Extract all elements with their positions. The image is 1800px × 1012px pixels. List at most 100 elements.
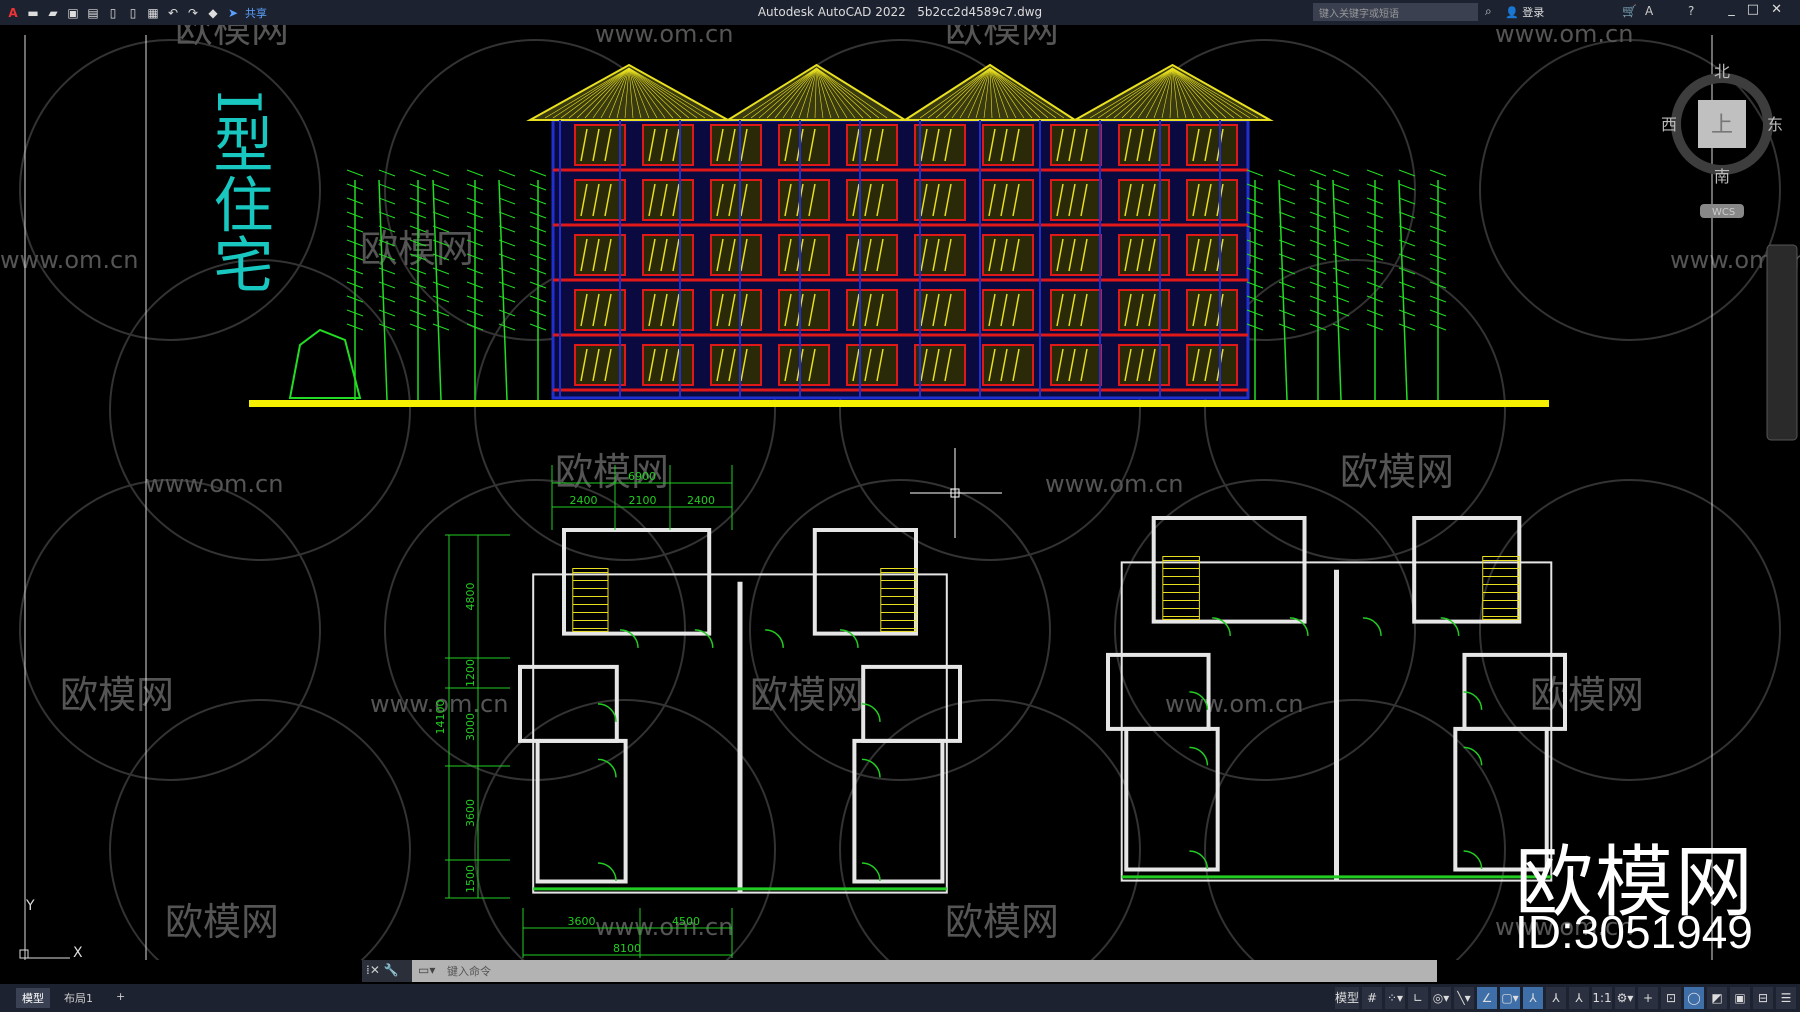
window [1118,234,1170,276]
polar-icon[interactable]: ◎▾ [1431,987,1451,1009]
maximize-icon[interactable]: □ [1747,2,1771,17]
autodesk-a360-icon[interactable]: A [1645,4,1653,18]
dimension-text: 4500 [672,915,700,928]
scale-dropdown[interactable]: 1:1 [1592,987,1612,1009]
save-icon[interactable]: ▣ [66,6,80,20]
floor-plans: 6900 2400 2100 2400 14100 4800 1200 3000 3600 150… [434,465,1567,958]
command-line-handle[interactable]: ⁞✕ 🔧 [362,960,412,982]
customize-menu-icon[interactable]: ☰ [1776,987,1796,1009]
watermark-id: ID:3051949 [1515,906,1753,958]
window [710,344,762,386]
web-save-icon[interactable]: ▯ [126,6,140,20]
login-button[interactable]: 👤 登录 [1505,4,1544,20]
watermark-brand-text: 欧模网 [750,673,864,717]
window [914,179,966,221]
window [1118,179,1170,221]
window [982,344,1034,386]
title-bar: A ▬ ▰ ▣ ▤ ▯ ▯ ▦ ↶ ↷ ◆ ➤ 共享 Autodesk Auto… [0,0,1800,25]
command-history-icon[interactable]: ▭▾ [418,963,435,977]
compass-east[interactable]: 东 [1767,115,1783,134]
watermark-circle [1479,479,1781,781]
share-button[interactable]: 共享 [245,5,267,21]
dimension-text: 3600 [464,799,477,827]
isolate-icon[interactable]: ◯ [1684,987,1704,1009]
tree-foliage [1332,309,1350,317]
watermark-circle [384,479,686,781]
room-wall [1151,516,1307,624]
close-icon[interactable]: ⁞✕ [366,963,380,977]
tree-foliage [498,295,516,303]
add-layout-button[interactable]: + [110,988,131,1008]
window [982,289,1034,331]
window-controls: _□✕ [1728,2,1794,17]
compass-south[interactable]: 南 [1714,167,1730,186]
snap-icon[interactable]: ⁘▾ [1385,987,1405,1009]
open-icon[interactable]: ▰ [46,6,60,20]
plot-icon[interactable]: ▦ [146,6,160,20]
close-icon[interactable]: ✕ [1771,2,1794,17]
dimension-text: 14100 [434,700,447,735]
share-icon[interactable]: ➤ [226,6,240,20]
isodraft-icon[interactable]: ╲▾ [1454,987,1474,1009]
new-icon[interactable]: ▬ [26,6,40,20]
dimension-text: 2400 [687,494,715,507]
workspace-icon[interactable]: ⚙▾ [1615,987,1635,1009]
osnap-tracking-icon[interactable]: ∠ [1477,987,1497,1009]
fullscreen-icon[interactable]: ⊟ [1753,987,1773,1009]
cart-icon[interactable]: 🛒 [1622,4,1637,18]
window [846,344,898,386]
file-name: 5b2cc2d4589c7.dwg [917,5,1043,19]
minimize-icon[interactable]: _ [1728,2,1747,17]
hardware-acceleration-icon[interactable]: ◩ [1707,987,1727,1009]
window [1186,289,1238,331]
web-open-icon[interactable]: ▯ [106,6,120,20]
annotation-visibility-icon[interactable]: ⅄ [1523,987,1543,1009]
viewcube[interactable]: 上 北 南 东 西 WCS [1660,60,1785,225]
tree-foliage [498,211,516,219]
window [710,179,762,221]
door-swing [597,862,617,882]
compass-west[interactable]: 西 [1661,115,1677,134]
ortho-icon[interactable]: ∟ [1408,987,1428,1009]
window [1186,344,1238,386]
navigation-bar[interactable] [1766,244,1798,441]
saveas-icon[interactable]: ▤ [86,6,100,20]
grid-icon[interactable]: # [1362,987,1382,1009]
window [574,234,626,276]
compass-north[interactable]: 北 [1714,62,1730,81]
plus-icon[interactable]: + [1638,987,1658,1009]
model-space-button[interactable]: 模型 [1334,987,1359,1009]
window [914,344,966,386]
watermark-url-text: www.om.cn [595,25,733,48]
window [1118,289,1170,331]
redo-icon[interactable]: ↷ [186,6,200,20]
door-swing [1463,850,1483,870]
units-icon[interactable]: ⊡ [1661,987,1681,1009]
tree-foliage [432,183,450,191]
window [574,289,626,331]
help-icon[interactable]: ? [1688,4,1694,18]
clean-screen-icon[interactable]: ▣ [1730,987,1750,1009]
watermark-circle [1204,259,1506,561]
dimension-text: 2400 [570,494,598,507]
auto-scale-icon[interactable]: ⅄ [1546,987,1566,1009]
login-label: 登录 [1522,6,1545,19]
customize-icon[interactable]: 🔧 [384,963,399,977]
tree-foliage [1332,211,1350,219]
dimension-text: 3600 [568,915,596,928]
tab-layout1[interactable]: 布局1 [58,988,99,1008]
search-icon[interactable]: ⌕ [1485,4,1492,19]
undo-icon[interactable]: ↶ [166,6,180,20]
tree-foliage [498,197,516,205]
annotation-scale-icon[interactable]: ⅄ [1569,987,1589,1009]
window [642,179,694,221]
search-input[interactable]: 键入关键字或短语 [1313,3,1478,21]
osnap-icon[interactable]: ▢▾ [1500,987,1520,1009]
workspace-icon[interactable]: ◆ [206,6,220,20]
watermark-url-text: www.om.cn [0,246,138,274]
viewcube-face-label: 上 [1711,113,1733,138]
window [1050,344,1102,386]
command-input[interactable]: 键入命令 [362,960,1437,982]
tab-model[interactable]: 模型 [16,988,50,1008]
autocad-logo-icon[interactable]: A [6,6,20,20]
